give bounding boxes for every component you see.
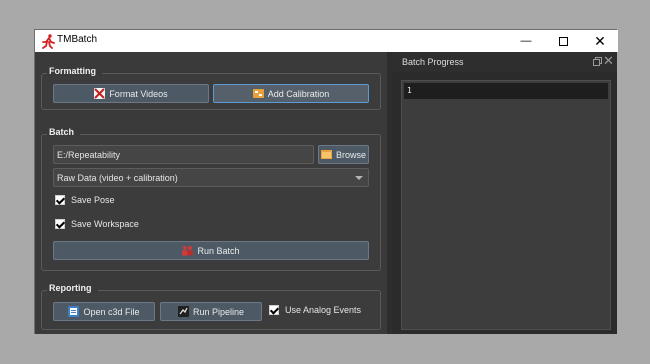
minimize-icon: — xyxy=(520,35,532,47)
chevron-down-icon xyxy=(355,176,363,180)
close-dock-icon[interactable]: ✕ xyxy=(603,54,614,68)
format-videos-label: Format Videos xyxy=(109,88,168,99)
data-mode-value: Raw Data (video + calibration) xyxy=(57,172,178,183)
batch-path-value: E:/Repeatability xyxy=(57,149,121,160)
save-pose-check-icon xyxy=(55,195,65,205)
data-mode-select[interactable]: Raw Data (video + calibration) xyxy=(53,168,369,187)
formatting-group: Formatting Format Videos Add Calibration xyxy=(41,66,381,110)
formatting-group-title: Formatting xyxy=(47,66,102,76)
tools-icon xyxy=(94,88,106,99)
file-icon xyxy=(68,306,80,317)
dock-title: Batch Progress xyxy=(402,57,464,67)
progress-log-line: 1 xyxy=(404,83,608,99)
run-batch-label: Run Batch xyxy=(197,245,240,256)
window-title: TMBatch xyxy=(57,34,98,45)
run-pipeline-label: Run Pipeline xyxy=(192,306,245,317)
add-calibration-label: Add Calibration xyxy=(267,88,330,99)
batch-progress-dock: Batch Progress ✕ 1 xyxy=(392,52,617,334)
running-man-icon xyxy=(42,34,55,49)
title-bar[interactable]: TMBatch — ✕ xyxy=(35,30,618,52)
save-pose-checkbox[interactable]: Save Pose xyxy=(55,195,115,205)
run-batch-button[interactable]: Run Batch xyxy=(53,241,369,260)
batch-group-title: Batch xyxy=(47,127,81,137)
close-icon: ✕ xyxy=(594,32,606,49)
use-analog-label: Use Analog Events xyxy=(285,305,362,315)
browse-button[interactable]: Browse xyxy=(318,145,369,164)
add-calibration-button[interactable]: Add Calibration xyxy=(213,84,369,103)
folder-icon xyxy=(320,150,332,159)
save-workspace-label: Save Workspace xyxy=(71,219,139,229)
close-button[interactable]: ✕ xyxy=(582,30,618,52)
open-c3d-label: Open c3d File xyxy=(83,306,140,317)
format-videos-button[interactable]: Format Videos xyxy=(53,84,209,103)
reporting-group-title: Reporting xyxy=(47,283,98,293)
run-pipeline-button[interactable]: Run Pipeline xyxy=(160,302,262,321)
reporting-group: Reporting Open c3d File Run Pipeline Use… xyxy=(41,283,381,330)
float-dock-icon[interactable] xyxy=(593,57,602,66)
pipeline-icon xyxy=(177,306,189,317)
save-pose-label: Save Pose xyxy=(71,195,115,205)
save-workspace-checkbox[interactable]: Save Workspace xyxy=(55,219,139,229)
main-panel: Formatting Format Videos Add Calibration… xyxy=(35,52,387,334)
dock-title-bar[interactable]: Batch Progress ✕ xyxy=(392,52,617,72)
open-c3d-button[interactable]: Open c3d File xyxy=(53,302,155,321)
group-icon xyxy=(182,246,194,256)
use-analog-events-checkbox[interactable]: Use Analog Events xyxy=(269,305,361,315)
maximize-button[interactable] xyxy=(545,30,581,52)
use-analog-check-icon xyxy=(269,305,279,315)
batch-path-input[interactable]: E:/Repeatability xyxy=(53,145,314,164)
minimize-button[interactable]: — xyxy=(508,30,544,52)
calibration-icon xyxy=(252,89,264,98)
app-window: TMBatch — ✕ Formatting Format Videos Add… xyxy=(34,29,618,334)
batch-group: Batch E:/Repeatability Browse Raw Data (… xyxy=(41,127,381,271)
progress-log[interactable]: 1 xyxy=(401,80,611,330)
maximize-icon xyxy=(558,36,568,46)
save-workspace-check-icon xyxy=(55,219,65,229)
browse-label: Browse xyxy=(335,149,366,160)
